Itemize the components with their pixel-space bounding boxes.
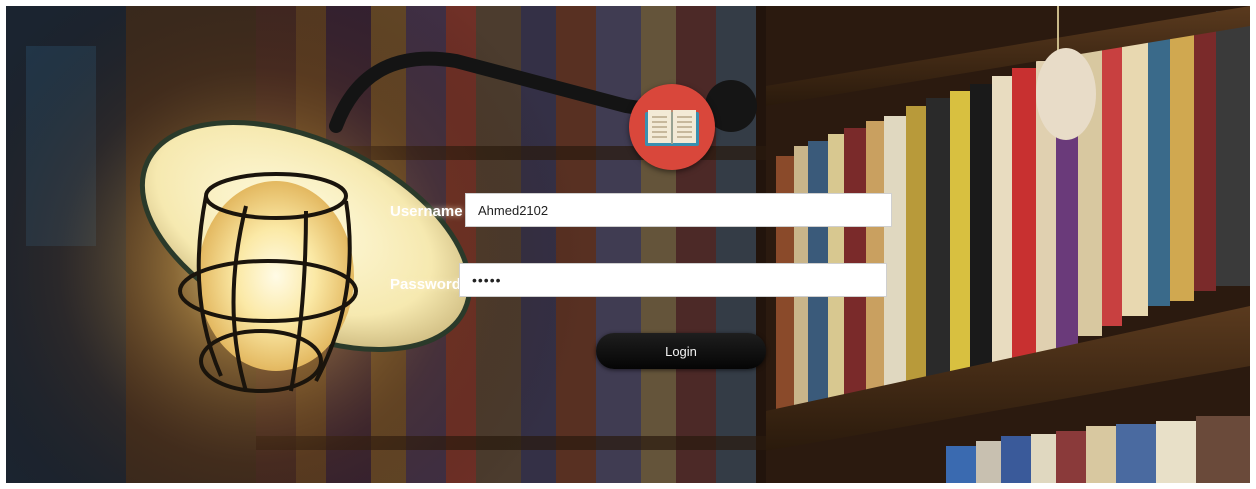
password-label: Password <box>390 276 461 293</box>
logo-badge <box>629 84 715 170</box>
password-input[interactable] <box>459 263 887 297</box>
login-page: Username Password Login <box>6 6 1250 483</box>
library-background-image <box>6 6 1250 483</box>
username-label: Username <box>390 203 463 220</box>
username-input[interactable] <box>465 193 892 227</box>
login-button[interactable]: Login <box>596 333 766 369</box>
open-book-icon <box>645 110 699 146</box>
